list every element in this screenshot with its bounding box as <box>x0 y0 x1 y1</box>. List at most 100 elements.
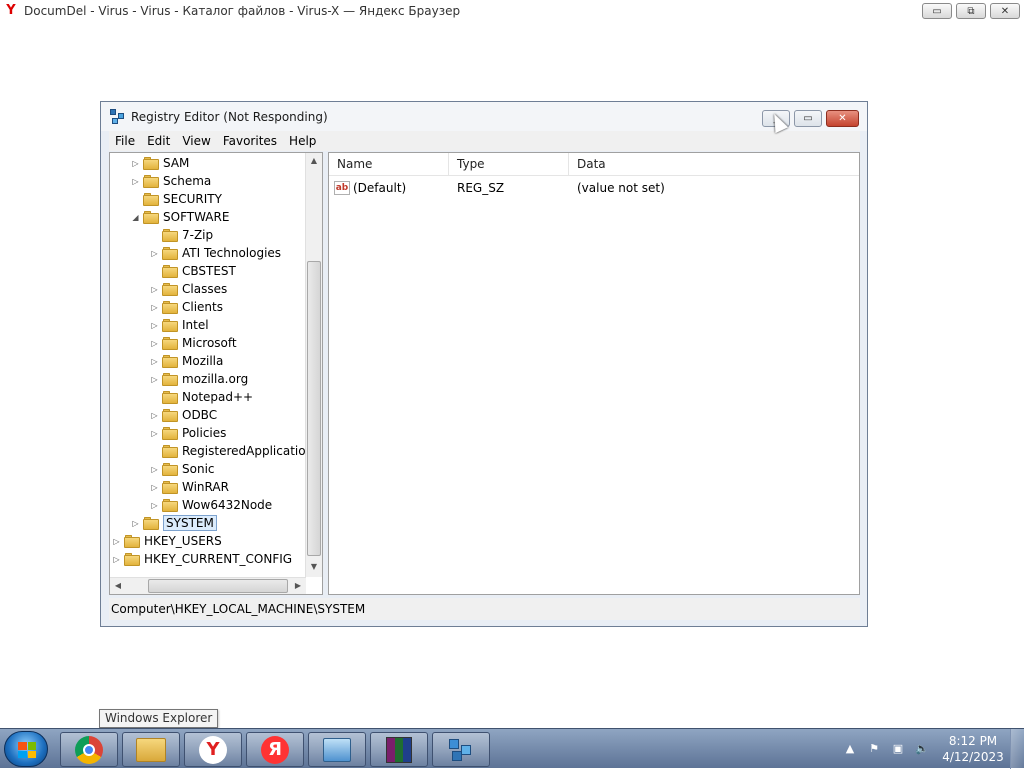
taskbar: Y Я ▲ ⚑ ▣ 🔈 8:12 PM 4/12/2023 <box>0 728 1024 769</box>
tree-node[interactable]: ▷ HKEY_USERS <box>112 532 221 550</box>
browser-close-button[interactable]: ✕ <box>990 3 1020 19</box>
menu-help[interactable]: Help <box>283 134 322 148</box>
folder-icon <box>162 318 178 332</box>
show-desktop-button[interactable] <box>1010 729 1024 769</box>
taskbar-explorer-button[interactable] <box>122 732 180 767</box>
volume-muted-icon[interactable]: 🔈 <box>914 741 930 757</box>
tree-node-label: Sonic <box>182 462 215 476</box>
folder-icon <box>162 444 178 458</box>
tree-node-label: Mozilla <box>182 354 224 368</box>
browser-restore-button[interactable]: ⧉ <box>956 3 986 19</box>
tree-node[interactable]: ▷ Classes <box>150 280 227 298</box>
tree-node[interactable]: Notepad++ <box>150 388 253 406</box>
expand-arrow-icon[interactable]: ▷ <box>131 159 140 168</box>
tree-node[interactable]: ▷ SYSTEM <box>131 514 217 532</box>
taskbar-tooltip: Windows Explorer <box>99 709 219 728</box>
expand-arrow-icon[interactable]: ▷ <box>150 339 159 348</box>
taskbar-control-panel-button[interactable] <box>308 732 366 767</box>
expand-arrow-icon[interactable]: ▷ <box>112 537 121 546</box>
regedit-icon <box>447 737 475 763</box>
folder-icon <box>162 408 178 422</box>
expand-arrow-icon[interactable]: ◢ <box>131 213 140 222</box>
tree-node-label: mozilla.org <box>182 372 249 386</box>
expand-arrow-icon[interactable]: ▷ <box>150 357 159 366</box>
column-header-type[interactable]: Type <box>449 153 569 176</box>
action-center-flag-icon[interactable]: ⚑ <box>866 741 882 757</box>
expand-arrow-icon[interactable]: ▷ <box>150 303 159 312</box>
tree-node[interactable]: ▷ ODBC <box>150 406 217 424</box>
regedit-close-button[interactable]: ✕ <box>826 110 859 127</box>
tree-node[interactable]: ▷ Sonic <box>150 460 215 478</box>
tree-node[interactable]: ▷ HKEY_CURRENT_CONFIG <box>112 550 292 568</box>
tree-horizontal-scrollbar[interactable]: ◀ ▶ <box>110 577 306 594</box>
tree-node[interactable]: ▷ Microsoft <box>150 334 236 352</box>
registry-editor-title-bar[interactable]: Registry Editor (Not Responding) _ ▭ ✕ <box>101 102 867 131</box>
browser-minimize-button[interactable]: ▭ <box>922 3 952 19</box>
tree-node[interactable]: ▷ Wow6432Node <box>150 496 272 514</box>
tree-node[interactable]: ▷ SAM <box>131 154 189 172</box>
folder-icon <box>162 354 178 368</box>
value-row-default[interactable]: ab (Default) REG_SZ (value not set) <box>329 178 859 197</box>
expand-arrow-icon[interactable]: ▷ <box>150 285 159 294</box>
tree-node[interactable]: ▷ Mozilla <box>150 352 223 370</box>
tree-node[interactable]: 7-Zip <box>150 226 213 244</box>
expand-arrow-icon[interactable]: ▷ <box>150 465 159 474</box>
taskbar-winrar-button[interactable] <box>370 732 428 767</box>
tree-node-label: 7-Zip <box>182 228 214 242</box>
expand-arrow-icon[interactable]: ▷ <box>131 519 140 528</box>
show-hidden-icons-icon[interactable]: ▲ <box>842 741 858 757</box>
scroll-down-arrow-icon[interactable]: ▼ <box>306 559 322 575</box>
tree-node-label: SAM <box>163 156 190 170</box>
regedit-restore-button[interactable]: ▭ <box>794 110 822 127</box>
menu-view[interactable]: View <box>176 134 216 148</box>
registry-tree-pane[interactable]: ▷ SAM ▷ Schema SECURITY ◢ SOFTWARE 7-Zip ▷ ATI Te… <box>109 152 323 595</box>
tree-node[interactable]: ▷ Policies <box>150 424 226 442</box>
tree-node-label: ODBC <box>182 408 218 422</box>
scroll-left-arrow-icon[interactable]: ◀ <box>110 578 126 594</box>
taskbar-clock[interactable]: 8:12 PM 4/12/2023 <box>938 733 1008 765</box>
expand-arrow-icon[interactable]: ▷ <box>150 483 159 492</box>
tree-node[interactable]: ▷ Intel <box>150 316 208 334</box>
folder-icon <box>143 174 159 188</box>
tree-horizontal-scroll-thumb[interactable] <box>148 579 288 593</box>
folder-icon <box>162 426 178 440</box>
expand-arrow-icon[interactable]: ▷ <box>150 429 159 438</box>
expand-arrow-icon[interactable]: ▷ <box>150 501 159 510</box>
taskbar-yandex-button[interactable]: Я <box>246 732 304 767</box>
menu-bar: File Edit View Favorites Help <box>109 131 860 151</box>
expand-arrow-icon[interactable]: ▷ <box>112 555 121 564</box>
tree-node[interactable]: RegisteredApplications <box>150 442 319 460</box>
tree-vertical-scrollbar[interactable]: ▲ ▼ <box>305 153 322 577</box>
expand-arrow-icon[interactable]: ▷ <box>150 321 159 330</box>
taskbar-chrome-button[interactable] <box>60 732 118 767</box>
menu-edit[interactable]: Edit <box>141 134 176 148</box>
tree-node[interactable]: CBSTEST <box>150 262 236 280</box>
expand-arrow-icon[interactable]: ▷ <box>150 249 159 258</box>
tree-node[interactable]: ▷ mozilla.org <box>150 370 248 388</box>
menu-favorites[interactable]: Favorites <box>217 134 283 148</box>
tree-node[interactable]: ▷ ATI Technologies <box>150 244 281 262</box>
menu-file[interactable]: File <box>109 134 141 148</box>
expand-arrow-icon[interactable]: ▷ <box>131 177 140 186</box>
registry-values-pane[interactable]: Name Type Data ab (Default) REG_SZ (valu… <box>328 152 860 595</box>
tree-node-label: Notepad++ <box>182 390 254 404</box>
column-header-name[interactable]: Name <box>329 153 449 176</box>
tree-node[interactable]: ▷ Schema <box>131 172 211 190</box>
string-value-icon: ab <box>334 180 350 195</box>
tree-vertical-scroll-thumb[interactable] <box>307 261 321 556</box>
taskbar-yandex-browser-button[interactable]: Y <box>184 732 242 767</box>
tree-node-label: WinRAR <box>182 480 229 494</box>
tree-node-label: RegisteredApplications <box>182 444 320 458</box>
column-header-data[interactable]: Data <box>569 153 859 176</box>
scroll-right-arrow-icon[interactable]: ▶ <box>290 578 306 594</box>
taskbar-regedit-button[interactable] <box>432 732 490 767</box>
network-icon[interactable]: ▣ <box>890 741 906 757</box>
tree-node[interactable]: ▷ WinRAR <box>150 478 229 496</box>
scroll-up-arrow-icon[interactable]: ▲ <box>306 153 322 169</box>
tree-node[interactable]: ▷ Clients <box>150 298 223 316</box>
expand-arrow-icon[interactable]: ▷ <box>150 411 159 420</box>
tree-node[interactable]: SECURITY <box>131 190 222 208</box>
tree-node[interactable]: ◢ SOFTWARE <box>131 208 229 226</box>
start-button[interactable] <box>4 731 48 767</box>
expand-arrow-icon[interactable]: ▷ <box>150 375 159 384</box>
